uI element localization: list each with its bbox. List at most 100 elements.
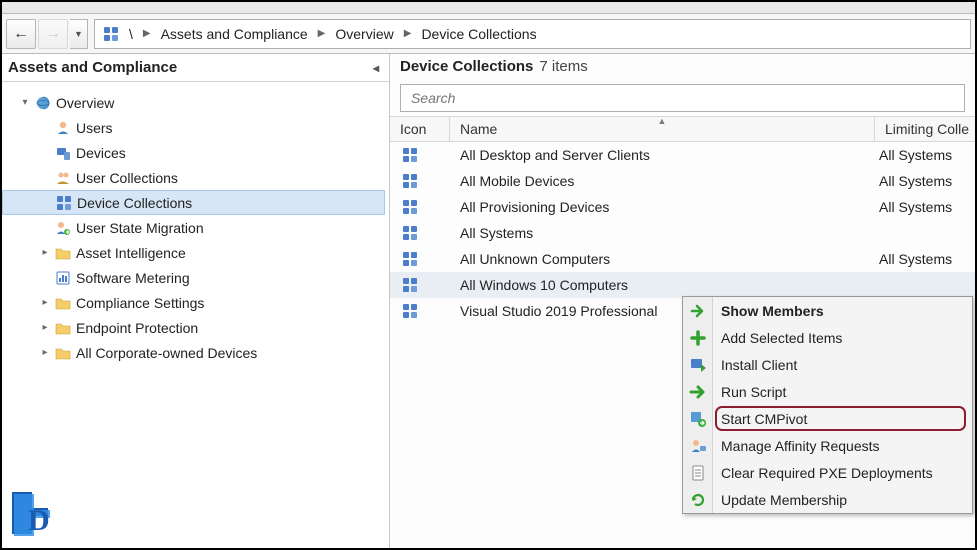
- menu-item-label: Install Client: [721, 357, 797, 373]
- collection-row[interactable]: All Mobile DevicesAll Systems: [390, 168, 975, 194]
- nav-back-button[interactable]: ←: [6, 19, 36, 49]
- arrow-green-bold-icon: [688, 382, 708, 402]
- devcoll-icon: [390, 147, 450, 163]
- tree-item-asset-intelligence[interactable]: ▸ Asset Intelligence: [2, 240, 385, 265]
- menu-item-clear-required-pxe-deployments[interactable]: Clear Required PXE Deployments: [683, 459, 972, 486]
- tree-expander-icon[interactable]: ▾: [16, 97, 34, 108]
- limiting-collection: All Systems: [875, 147, 975, 163]
- chevron-right-icon: ▶: [404, 28, 412, 39]
- tree-item-label: Compliance Settings: [76, 295, 204, 311]
- tree-item-device-collections[interactable]: Device Collections: [2, 190, 385, 215]
- collection-name: All Desktop and Server Clients: [450, 147, 875, 163]
- column-header-limiting[interactable]: Limiting Colle: [875, 117, 975, 141]
- tree-item-label: User Collections: [76, 170, 178, 186]
- tree-item-endpoint-protection[interactable]: ▸Endpoint Protection: [2, 315, 385, 340]
- column-header-name[interactable]: Name ▲: [450, 117, 875, 141]
- nav-history-dropdown[interactable]: ▼: [70, 19, 88, 49]
- collection-row[interactable]: All Desktop and Server ClientsAll System…: [390, 142, 975, 168]
- folder-icon: [54, 295, 72, 311]
- titlebar-sliver: [2, 2, 975, 14]
- cmpivot-icon: [688, 409, 708, 429]
- devices-icon: [54, 145, 72, 161]
- collection-row[interactable]: All Provisioning DevicesAll Systems: [390, 194, 975, 220]
- plus-green-icon: [688, 328, 708, 348]
- meter-icon: [54, 270, 72, 286]
- folder-icon: [54, 245, 72, 261]
- tree-item-label: Overview: [56, 95, 114, 111]
- tree-expander-icon[interactable]: ▸: [36, 322, 54, 333]
- main-title: Device Collections: [400, 58, 533, 75]
- navigation-sidebar: Assets and Compliance ◂ ▾ Overview Users De…: [2, 54, 390, 548]
- breadcrumb-assets[interactable]: Assets and Compliance: [161, 26, 308, 42]
- tree-item-user-state-migration[interactable]: User State Migration: [2, 215, 385, 240]
- breadcrumb-overview[interactable]: Overview: [335, 26, 393, 42]
- tree-item-software-metering[interactable]: Software Metering: [2, 265, 385, 290]
- menu-item-show-members[interactable]: Show Members: [683, 297, 972, 324]
- arrow-left-icon: ←: [13, 25, 29, 43]
- user-icon: [54, 120, 72, 136]
- tree-item-label: Device Collections: [77, 195, 192, 211]
- usercoll-icon: [54, 170, 72, 186]
- tree-item-overview[interactable]: ▾ Overview: [2, 90, 385, 115]
- nav-forward-button[interactable]: →: [38, 19, 68, 49]
- tree-item-user-collections[interactable]: User Collections: [2, 165, 385, 190]
- tree-item-label: Asset Intelligence: [76, 245, 186, 261]
- tree-item-all-corporate-owned-devices[interactable]: ▸All Corporate-owned Devices: [2, 340, 385, 365]
- tree-expander-icon[interactable]: ▸: [36, 347, 54, 358]
- menu-item-label: Run Script: [721, 384, 786, 400]
- breadcrumb-address-box[interactable]: \ ▶ Assets and Compliance ▶ Overview ▶ D…: [94, 19, 971, 49]
- tree-item-devices[interactable]: Devices: [2, 140, 385, 165]
- breadcrumb-device-collections[interactable]: Device Collections: [421, 26, 536, 42]
- doc-icon: [688, 463, 708, 483]
- limiting-collection: All Systems: [875, 199, 975, 215]
- search-box[interactable]: [400, 84, 965, 112]
- navigation-tree: ▾ Overview Users Devices User Collections Dev…: [2, 82, 389, 365]
- arrow-green-right-icon: [688, 301, 708, 321]
- item-count: 7 items: [539, 58, 587, 75]
- sidebar-title: Assets and Compliance: [8, 59, 177, 76]
- devcoll-icon: [390, 277, 450, 293]
- menu-item-label: Start CMPivot: [721, 411, 807, 427]
- sphere-icon: [34, 95, 52, 111]
- tree-item-label: Users: [76, 120, 113, 136]
- chevron-right-icon: ▶: [143, 28, 151, 39]
- search-input[interactable]: [409, 89, 956, 107]
- tree-item-users[interactable]: Users: [2, 115, 385, 140]
- collection-row[interactable]: All Unknown ComputersAll Systems: [390, 246, 975, 272]
- main-header: Device Collections 7 items: [390, 54, 975, 82]
- collection-name: All Windows 10 Computers: [450, 277, 875, 293]
- collection-row[interactable]: All Systems: [390, 220, 975, 246]
- column-header-icon[interactable]: Icon: [390, 117, 450, 141]
- refresh-icon: [688, 490, 708, 510]
- collection-name: All Provisioning Devices: [450, 199, 875, 215]
- menu-item-label: Show Members: [721, 303, 824, 319]
- breadcrumb-root[interactable]: \: [129, 26, 133, 42]
- devcoll-icon: [390, 199, 450, 215]
- context-menu: Show Members Add Selected Items Install Cl…: [682, 296, 973, 514]
- chevron-right-icon: ▶: [318, 28, 326, 39]
- devcoll-icon: [390, 303, 450, 319]
- tree-expander-icon[interactable]: ▸: [36, 297, 54, 308]
- menu-item-start-cmpivot[interactable]: Start CMPivot: [683, 405, 972, 432]
- menu-item-label: Clear Required PXE Deployments: [721, 465, 933, 481]
- install-icon: [688, 355, 708, 375]
- tree-expander-icon[interactable]: ▸: [36, 247, 54, 258]
- menu-item-update-membership[interactable]: Update Membership: [683, 486, 972, 513]
- column-headers: Icon Name ▲ Limiting Colle: [390, 116, 975, 142]
- collapse-sidebar-icon[interactable]: ◂: [373, 61, 379, 75]
- menu-item-run-script[interactable]: Run Script: [683, 378, 972, 405]
- menu-item-label: Add Selected Items: [721, 330, 842, 346]
- collection-name: All Unknown Computers: [450, 251, 875, 267]
- menu-item-add-selected-items[interactable]: Add Selected Items: [683, 324, 972, 351]
- limiting-collection: All Systems: [875, 173, 975, 189]
- tree-item-compliance-settings[interactable]: ▸ Compliance Settings: [2, 290, 385, 315]
- tree-item-label: Devices: [76, 145, 126, 161]
- sort-ascending-icon: ▲: [658, 116, 667, 126]
- tree-item-label: Software Metering: [76, 270, 190, 286]
- menu-item-install-client[interactable]: Install Client: [683, 351, 972, 378]
- affinity-icon: [688, 436, 708, 456]
- arrow-right-icon: →: [45, 25, 61, 43]
- menu-item-manage-affinity-requests[interactable]: Manage Affinity Requests: [683, 432, 972, 459]
- collection-row[interactable]: All Windows 10 Computers: [390, 272, 975, 298]
- devcoll-icon: [390, 251, 450, 267]
